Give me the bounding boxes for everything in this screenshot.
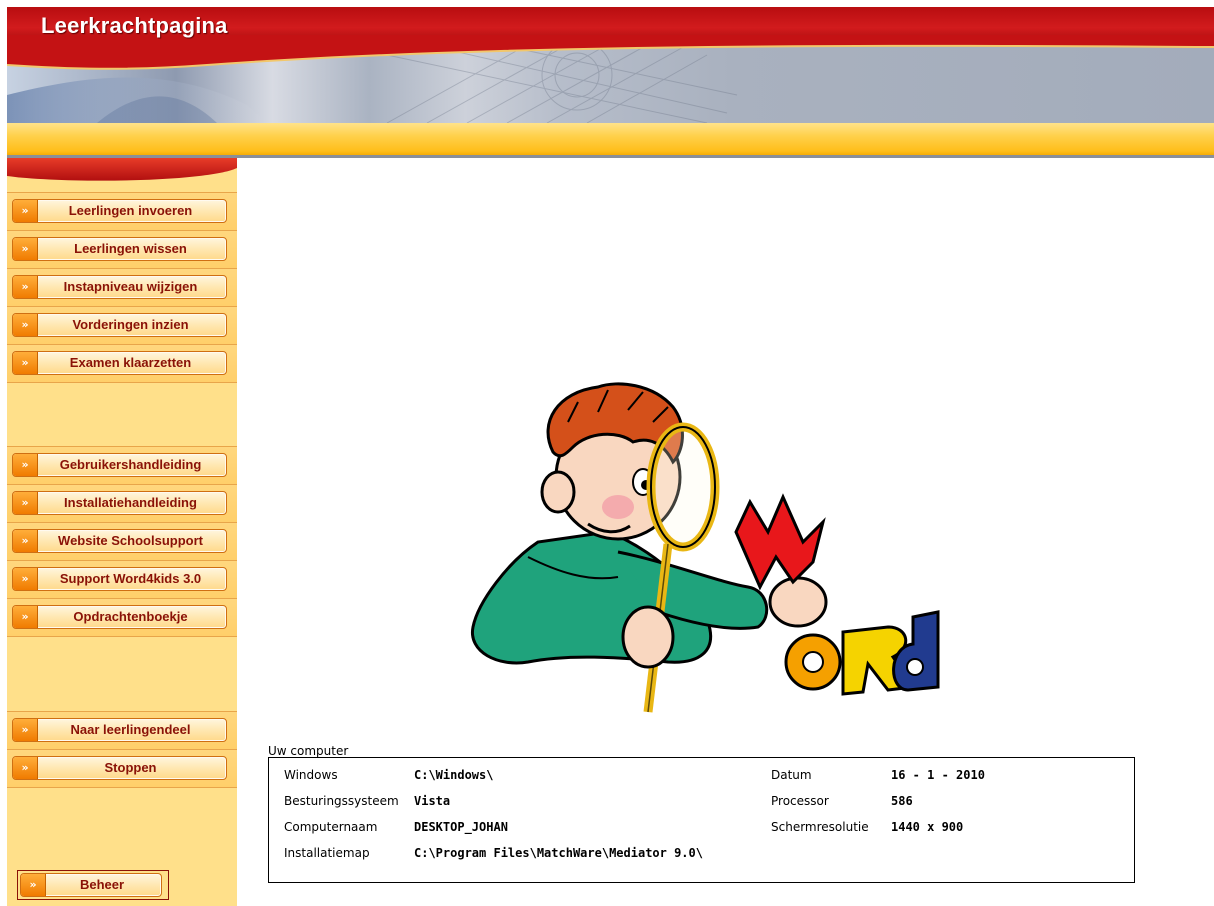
gebruikershandleiding-button[interactable]: » Gebruikershandleiding bbox=[12, 453, 227, 477]
sidebar-cap bbox=[7, 158, 237, 181]
other-hand bbox=[768, 576, 828, 628]
button-label: Vorderingen inzien bbox=[72, 317, 189, 332]
button-label: Stoppen bbox=[104, 760, 157, 775]
hand bbox=[621, 605, 675, 669]
menu-slot: » Support Word4kids 3.0 bbox=[7, 560, 237, 599]
info-label-computername: Computernaam bbox=[284, 820, 378, 834]
menu-slot: » Stoppen bbox=[7, 749, 237, 788]
chevron-right-icon: » bbox=[13, 757, 38, 779]
menu-slot: » Gebruikershandleiding bbox=[7, 446, 237, 485]
info-value-os: Vista bbox=[414, 794, 451, 808]
chevron-right-icon: » bbox=[13, 238, 38, 260]
chevron-right-icon: » bbox=[13, 568, 38, 590]
menu-slot: » Vorderingen inzien bbox=[7, 306, 237, 345]
leerlingen-invoeren-button[interactable]: » Leerlingen invoeren bbox=[12, 199, 227, 223]
examen-klaarzetten-button[interactable]: » Examen klaarzetten bbox=[12, 351, 227, 375]
button-label: Installatiehandleiding bbox=[64, 495, 197, 510]
menu-slot: » Instapniveau wijzigen bbox=[7, 268, 237, 307]
boy-with-magnifier-illustration bbox=[471, 382, 940, 713]
info-value-installdir: C:\Program Files\MatchWare\Mediator 9.0\ bbox=[414, 846, 703, 860]
header-orange-band bbox=[7, 123, 1214, 156]
button-label: Support Word4kids 3.0 bbox=[59, 571, 202, 586]
installatiehandleiding-button[interactable]: » Installatiehandleiding bbox=[12, 491, 227, 515]
chevron-right-icon: » bbox=[13, 200, 38, 222]
button-label: Beheer bbox=[79, 877, 125, 892]
menu-slot: » Examen klaarzetten bbox=[7, 344, 237, 383]
info-label-os: Besturingssysteem bbox=[284, 794, 399, 808]
chevron-right-icon: » bbox=[21, 874, 46, 896]
info-value-processor: 586 bbox=[891, 794, 913, 808]
info-value-computername: DESKTOP_JOHAN bbox=[414, 820, 508, 834]
button-label: Opdrachtenboekje bbox=[73, 609, 188, 624]
website-schoolsupport-button[interactable]: » Website Schoolsupport bbox=[12, 529, 227, 553]
button-label: Leerlingen wissen bbox=[74, 241, 187, 256]
info-label-resolution: Schermresolutie bbox=[771, 820, 869, 834]
letter-w bbox=[734, 493, 826, 591]
chevron-right-icon: » bbox=[13, 492, 38, 514]
chevron-right-icon: » bbox=[13, 314, 38, 336]
admin-frame: » Beheer bbox=[17, 870, 169, 900]
chevron-right-icon: » bbox=[13, 719, 38, 741]
button-label: Leerlingen invoeren bbox=[68, 203, 193, 218]
menu-slot: » Installatiehandleiding bbox=[7, 484, 237, 523]
button-label: Examen klaarzetten bbox=[69, 355, 192, 370]
computer-info-panel: Windows C:\Windows\ Besturingssysteem Vi… bbox=[268, 757, 1135, 883]
support-word4kids-button[interactable]: » Support Word4kids 3.0 bbox=[12, 567, 227, 591]
ear bbox=[540, 470, 576, 514]
menu-slot: » Leerlingen wissen bbox=[7, 230, 237, 269]
info-value-resolution: 1440 x 900 bbox=[891, 820, 964, 834]
info-label-windows: Windows bbox=[284, 768, 338, 782]
vorderingen-inzien-button[interactable]: » Vorderingen inzien bbox=[12, 313, 227, 337]
button-label: Gebruikershandleiding bbox=[59, 457, 202, 472]
chevron-right-icon: » bbox=[13, 276, 38, 298]
beheer-button[interactable]: » Beheer bbox=[20, 873, 162, 897]
naar-leerlingendeel-button[interactable]: » Naar leerlingendeel bbox=[12, 718, 227, 742]
menu-slot: » Opdrachtenboekje bbox=[7, 598, 237, 637]
opdrachtenboekje-button[interactable]: » Opdrachtenboekje bbox=[12, 605, 227, 629]
sidebar: » Leerlingen invoeren » Leerlingen wisse… bbox=[7, 158, 237, 906]
header-photo-strip bbox=[7, 35, 1214, 124]
menu-slot: » Leerlingen invoeren bbox=[7, 192, 237, 231]
header-banner: Leerkrachtpagina bbox=[7, 7, 1214, 158]
header-photo-art bbox=[7, 35, 1214, 124]
button-label: Instapniveau wijzigen bbox=[63, 279, 198, 294]
chevron-right-icon: » bbox=[13, 352, 38, 374]
letter-d bbox=[892, 610, 940, 692]
info-value-date: 16 - 1 - 2010 bbox=[891, 768, 985, 782]
info-label-processor: Processor bbox=[771, 794, 829, 808]
info-value-windows: C:\Windows\ bbox=[414, 768, 494, 782]
info-label-installdir: Installatiemap bbox=[284, 846, 370, 860]
stoppen-button[interactable]: » Stoppen bbox=[12, 756, 227, 780]
page-title: Leerkrachtpagina bbox=[41, 13, 228, 38]
computer-info-heading: Uw computer bbox=[268, 744, 349, 758]
button-label: Website Schoolsupport bbox=[58, 533, 203, 548]
chevron-right-icon: » bbox=[13, 454, 38, 476]
chevron-right-icon: » bbox=[13, 530, 38, 552]
leerlingen-wissen-button[interactable]: » Leerlingen wissen bbox=[12, 237, 227, 261]
instapniveau-wijzigen-button[interactable]: » Instapniveau wijzigen bbox=[12, 275, 227, 299]
info-label-date: Datum bbox=[771, 768, 812, 782]
menu-slot: » Naar leerlingendeel bbox=[7, 711, 237, 750]
button-label: Naar leerlingendeel bbox=[70, 722, 191, 737]
chevron-right-icon: » bbox=[13, 606, 38, 628]
menu-slot: » Website Schoolsupport bbox=[7, 522, 237, 561]
